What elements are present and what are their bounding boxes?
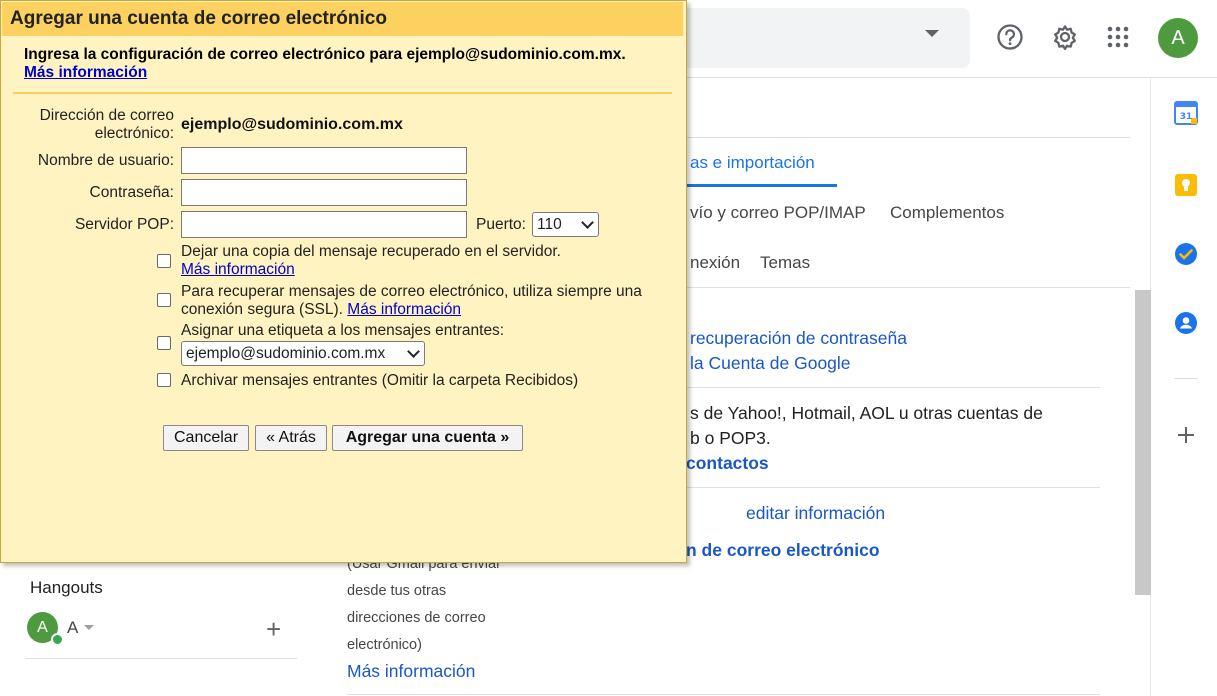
leave-copy-checkbox[interactable] — [157, 254, 171, 268]
email-address-label-line2: electrónico: — [94, 125, 174, 142]
label-incoming-label: Asignar una etiqueta a los mensajes entr… — [181, 322, 505, 339]
active-tab-indicator — [670, 184, 837, 187]
calendar-icon[interactable]: 31 — [1173, 100, 1199, 126]
password-label: Contraseña: — [89, 184, 174, 201]
archive-checkbox[interactable] — [157, 373, 171, 387]
ssl-label-text: conexión segura (SSL). — [181, 301, 343, 318]
tab-offline[interactable]: nexión — [690, 253, 740, 273]
plus-icon[interactable] — [1173, 422, 1199, 448]
settings-scrollbar[interactable] — [1135, 290, 1151, 595]
port-select[interactable]: 110 — [532, 212, 599, 237]
gear-icon[interactable] — [1048, 20, 1082, 54]
dialog-separator — [13, 92, 672, 94]
pop-server-input[interactable] — [181, 211, 467, 238]
password-recovery-link[interactable]: recuperación de contraseña — [690, 328, 907, 349]
add-account-button[interactable]: Agregar una cuenta » — [332, 425, 523, 451]
settings-header-divider — [687, 137, 1130, 138]
tab-forwarding-pop-imap[interactable]: vío y correo POP/IMAP — [690, 203, 866, 223]
send-as-desc-line4: electrónico) — [347, 637, 422, 653]
username-input[interactable] — [181, 147, 467, 174]
ssl-label-line1: Para recuperar mensajes de correo electr… — [181, 283, 642, 300]
tab-themes[interactable]: Temas — [760, 253, 810, 273]
hangouts-divider — [25, 658, 297, 659]
archive-label: Archivar mensajes entrantes (Omitir la c… — [181, 372, 579, 389]
send-as-desc-line3: direcciones de correo — [347, 610, 486, 626]
help-icon[interactable] — [993, 20, 1027, 54]
account-avatar[interactable]: A — [1158, 18, 1198, 58]
svg-text:31: 31 — [1180, 112, 1193, 122]
section-divider-2 — [687, 487, 1100, 488]
label-select[interactable]: ejemplo@sudominio.com.mx — [181, 341, 425, 366]
password-input[interactable] — [181, 179, 467, 206]
leave-copy-more-info-link[interactable]: Más información — [181, 261, 295, 279]
hangouts-user-name[interactable]: A — [67, 618, 78, 638]
import-contacts-link[interactable]: contactos — [686, 453, 769, 474]
apps-grid-icon[interactable] — [1101, 20, 1135, 54]
tab-addons[interactable]: Complementos — [890, 203, 1004, 223]
ssl-label-line2: conexión segura (SSL). Más información — [181, 301, 461, 319]
email-address-value: ejemplo@sudominio.com.mx — [181, 116, 403, 133]
email-address-label-line1: Dirección de correo — [39, 107, 174, 124]
pop-server-label: Servidor POP: — [74, 216, 174, 233]
ssl-checkbox[interactable] — [157, 293, 171, 307]
tasks-icon[interactable] — [1173, 241, 1199, 267]
cancel-button[interactable]: Cancelar — [163, 425, 249, 451]
contacts-icon[interactable] — [1173, 310, 1199, 336]
edit-info-link[interactable]: editar información — [746, 503, 885, 524]
tabs-divider — [687, 287, 1130, 288]
back-button[interactable]: « Atrás — [255, 425, 327, 451]
send-as-desc-line2: desde tus otras — [347, 583, 447, 599]
send-as-more-info-link[interactable]: Más información — [347, 661, 475, 682]
dialog-title: Agregar una cuenta de correo electrónico — [2, 2, 683, 36]
new-conversation-plus-icon[interactable]: + — [266, 616, 281, 642]
chevron-down-icon — [407, 345, 420, 358]
leave-copy-label: Dejar una copia del mensaje recuperado e… — [181, 243, 561, 260]
online-status-dot — [51, 633, 64, 646]
import-description-line1: s de Yahoo!, Hotmail, AOL u otras cuenta… — [690, 403, 1043, 423]
dialog-instructions: Ingresa la configuración de correo elect… — [24, 46, 626, 63]
ssl-more-info-link[interactable]: Más información — [347, 301, 461, 318]
section-divider-3 — [347, 694, 1100, 695]
add-email-address-link[interactable]: n de correo electrónico — [686, 540, 880, 561]
username-label: Nombre de usuario: — [37, 152, 174, 169]
port-label: Puerto: — [476, 216, 526, 233]
chevron-down-icon — [581, 216, 594, 229]
dropdown-caret-icon[interactable] — [84, 625, 94, 630]
port-select-value: 110 — [537, 215, 562, 233]
import-description-line2: b o POP3. — [690, 428, 771, 448]
section-divider-1 — [687, 387, 1100, 388]
google-account-link[interactable]: la Cuenta de Google — [690, 353, 851, 374]
search-options-caret-icon[interactable] — [925, 30, 939, 37]
hangouts-title: Hangouts — [30, 578, 103, 597]
tab-accounts-import[interactable]: as e importación — [690, 153, 815, 173]
more-info-link[interactable]: Más información — [24, 64, 147, 82]
label-incoming-checkbox[interactable] — [157, 336, 171, 350]
label-select-value: ejemplo@sudominio.com.mx — [186, 344, 386, 362]
keep-icon[interactable] — [1173, 172, 1199, 198]
side-panel-rail: 31 — [1150, 78, 1217, 696]
add-email-account-dialog: Agregar una cuenta de correo electrónico… — [0, 0, 687, 563]
rail-divider — [1174, 378, 1198, 379]
